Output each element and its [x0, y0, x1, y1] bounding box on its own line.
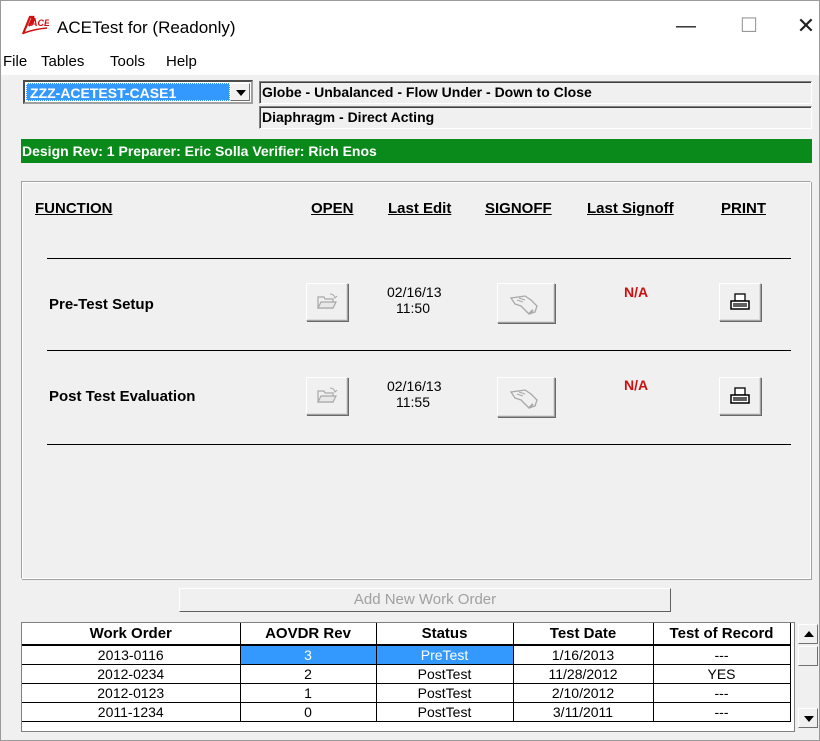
- function-label-pre-test: Pre-Test Setup: [49, 296, 154, 313]
- menu-bar: File Tables Tools Help: [1, 49, 819, 75]
- scroll-thumb[interactable]: [798, 646, 818, 666]
- table-row[interactable]: 2011-1234 0 PostTest 3/11/2011 ---: [22, 702, 791, 722]
- signoff-post-test-button[interactable]: [497, 377, 555, 417]
- design-info-bar: Design Rev: 1 Preparer: Eric Solla Verif…: [21, 139, 812, 163]
- signoff-hand-icon: [509, 295, 538, 315]
- work-order-table: Work Order AOVDR Rev Status Test Date Te…: [21, 622, 795, 732]
- printer-icon: [730, 293, 750, 310]
- menu-file[interactable]: File: [3, 53, 27, 70]
- window-title: ACETest for (Readonly): [57, 18, 236, 37]
- cell-test-of-record[interactable]: ---: [653, 645, 791, 665]
- actuator-type-field: Diaphragm - Direct Acting: [259, 106, 812, 129]
- header-last-signoff: Last Signoff: [587, 200, 674, 217]
- table-scrollbar[interactable]: [797, 622, 819, 732]
- case-select-dropdown-button[interactable]: [230, 83, 250, 101]
- row-separator: [47, 350, 791, 351]
- cell-test-date[interactable]: 1/16/2013: [513, 645, 654, 665]
- maximize-button[interactable]: ☐: [726, 11, 772, 41]
- cell-rev[interactable]: 3: [240, 645, 377, 665]
- cell-status[interactable]: PostTest: [376, 664, 514, 684]
- cell-work-order[interactable]: 2011-1234: [22, 702, 241, 722]
- row-separator: [47, 258, 791, 259]
- signoff-pre-test-button[interactable]: [497, 283, 555, 323]
- row-separator: [47, 444, 791, 445]
- app-logo-text: ACE: [30, 18, 49, 28]
- cell-test-date[interactable]: 2/10/2012: [513, 683, 654, 703]
- header-last-edit: Last Edit: [388, 200, 452, 217]
- cell-rev[interactable]: 1: [240, 683, 377, 703]
- print-post-test-button[interactable]: [719, 377, 761, 415]
- case-select-value: ZZZ-ACETEST-CASE1: [26, 83, 230, 101]
- cell-work-order[interactable]: 2012-0234: [22, 664, 241, 684]
- menu-tables[interactable]: Tables: [41, 53, 84, 70]
- chevron-down-icon: [236, 90, 246, 96]
- header-open: OPEN: [311, 200, 354, 217]
- pre-test-edit-time: 11:50: [396, 300, 430, 316]
- cell-test-of-record[interactable]: ---: [653, 683, 791, 703]
- pre-test-edit-date: 02/16/13: [387, 284, 442, 300]
- header-print: PRINT: [721, 200, 766, 217]
- folder-open-icon: [317, 293, 338, 309]
- function-label-post-test: Post Test Evaluation: [49, 388, 196, 405]
- table-header-row: Work Order AOVDR Rev Status Test Date Te…: [22, 623, 791, 646]
- header-signoff: SIGNOFF: [485, 200, 552, 217]
- cell-work-order[interactable]: 2012-0123: [22, 683, 241, 703]
- case-select[interactable]: ZZZ-ACETEST-CASE1: [23, 80, 253, 104]
- minimize-button[interactable]: —: [663, 11, 709, 41]
- cell-rev[interactable]: 2: [240, 664, 377, 684]
- printer-icon: [730, 387, 750, 404]
- cell-test-of-record[interactable]: YES: [653, 664, 791, 684]
- post-test-edit-time: 11:55: [396, 394, 430, 410]
- close-button[interactable]: ✕: [783, 11, 820, 41]
- column-header-aovdr-rev[interactable]: AOVDR Rev: [240, 623, 377, 646]
- menu-tools[interactable]: Tools: [110, 53, 145, 70]
- cell-status[interactable]: PostTest: [376, 683, 514, 703]
- arrow-up-icon: [804, 631, 814, 637]
- app-window: ACE ACETest for (Readonly) — ☐ ✕ File Ta…: [0, 0, 820, 741]
- pre-test-last-signoff: N/A: [624, 284, 649, 300]
- open-post-test-button[interactable]: [306, 377, 348, 415]
- title-bar: ACE ACETest for (Readonly) — ☐ ✕: [1, 1, 819, 49]
- print-pre-test-button[interactable]: [719, 283, 761, 321]
- scroll-up-button[interactable]: [798, 624, 818, 644]
- cell-test-date[interactable]: 3/11/2011: [513, 702, 654, 722]
- cell-status[interactable]: PreTest: [376, 645, 514, 665]
- cell-test-date[interactable]: 11/28/2012: [513, 664, 654, 684]
- column-header-work-order[interactable]: Work Order: [22, 623, 241, 646]
- signoff-hand-icon: [509, 389, 538, 409]
- cell-rev[interactable]: 0: [240, 702, 377, 722]
- menu-help[interactable]: Help: [166, 53, 197, 70]
- open-pre-test-button[interactable]: [306, 283, 348, 321]
- header-function: FUNCTION: [35, 200, 113, 217]
- table-row[interactable]: 2013-0116 3 PreTest 1/16/2013 ---: [22, 645, 791, 665]
- column-header-test-of-record[interactable]: Test of Record: [653, 623, 791, 646]
- column-header-test-date[interactable]: Test Date: [513, 623, 654, 646]
- column-header-status[interactable]: Status: [376, 623, 514, 646]
- add-work-order-button[interactable]: Add New Work Order: [179, 588, 671, 612]
- folder-open-icon: [317, 387, 338, 403]
- post-test-edit-date: 02/16/13: [387, 378, 442, 394]
- arrow-down-icon: [804, 716, 814, 722]
- cell-work-order[interactable]: 2013-0116: [22, 645, 241, 665]
- valve-type-field: Globe - Unbalanced - Flow Under - Down t…: [259, 81, 812, 104]
- scroll-down-button[interactable]: [798, 708, 818, 728]
- table-row[interactable]: 2012-0234 2 PostTest 11/28/2012 YES: [22, 664, 791, 684]
- app-logo-icon: ACE: [21, 15, 49, 35]
- post-test-last-signoff: N/A: [624, 377, 649, 393]
- table-row[interactable]: 2012-0123 1 PostTest 2/10/2012 ---: [22, 683, 791, 703]
- cell-status[interactable]: PostTest: [376, 702, 514, 722]
- cell-test-of-record[interactable]: ---: [653, 702, 791, 722]
